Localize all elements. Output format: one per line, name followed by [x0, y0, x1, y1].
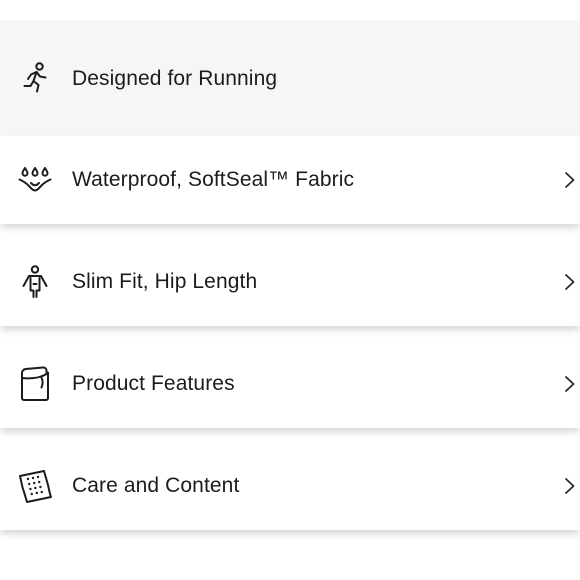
person-fit-icon	[17, 264, 53, 300]
chevron-right-icon	[564, 475, 580, 497]
pocket-icon	[17, 366, 53, 402]
row-care-and-content[interactable]: Care and Content	[0, 442, 580, 530]
row-label: Product Features	[72, 372, 235, 395]
row-label: Care and Content	[72, 474, 240, 497]
chevron-right-icon	[564, 271, 580, 293]
water-drops-icon	[17, 162, 53, 198]
feature-list: Waterproof, SoftSeal™ Fabric Slim Fit, H…	[0, 136, 580, 544]
runner-icon	[17, 60, 53, 96]
chevron-right-icon	[564, 373, 580, 395]
row-waterproof-fabric[interactable]: Waterproof, SoftSeal™ Fabric	[0, 136, 580, 224]
designed-for-running-label: Designed for Running	[72, 67, 278, 90]
row-slim-fit[interactable]: Slim Fit, Hip Length	[0, 238, 580, 326]
row-label: Slim Fit, Hip Length	[72, 270, 258, 293]
row-product-features[interactable]: Product Features	[0, 340, 580, 428]
product-details-panel: Designed for Running Waterproof, SoftSea…	[0, 0, 580, 580]
chevron-right-icon	[564, 169, 580, 191]
fabric-tag-icon	[17, 468, 53, 504]
row-label: Waterproof, SoftSeal™ Fabric	[72, 168, 355, 191]
designed-for-running-banner: Designed for Running	[0, 20, 580, 138]
